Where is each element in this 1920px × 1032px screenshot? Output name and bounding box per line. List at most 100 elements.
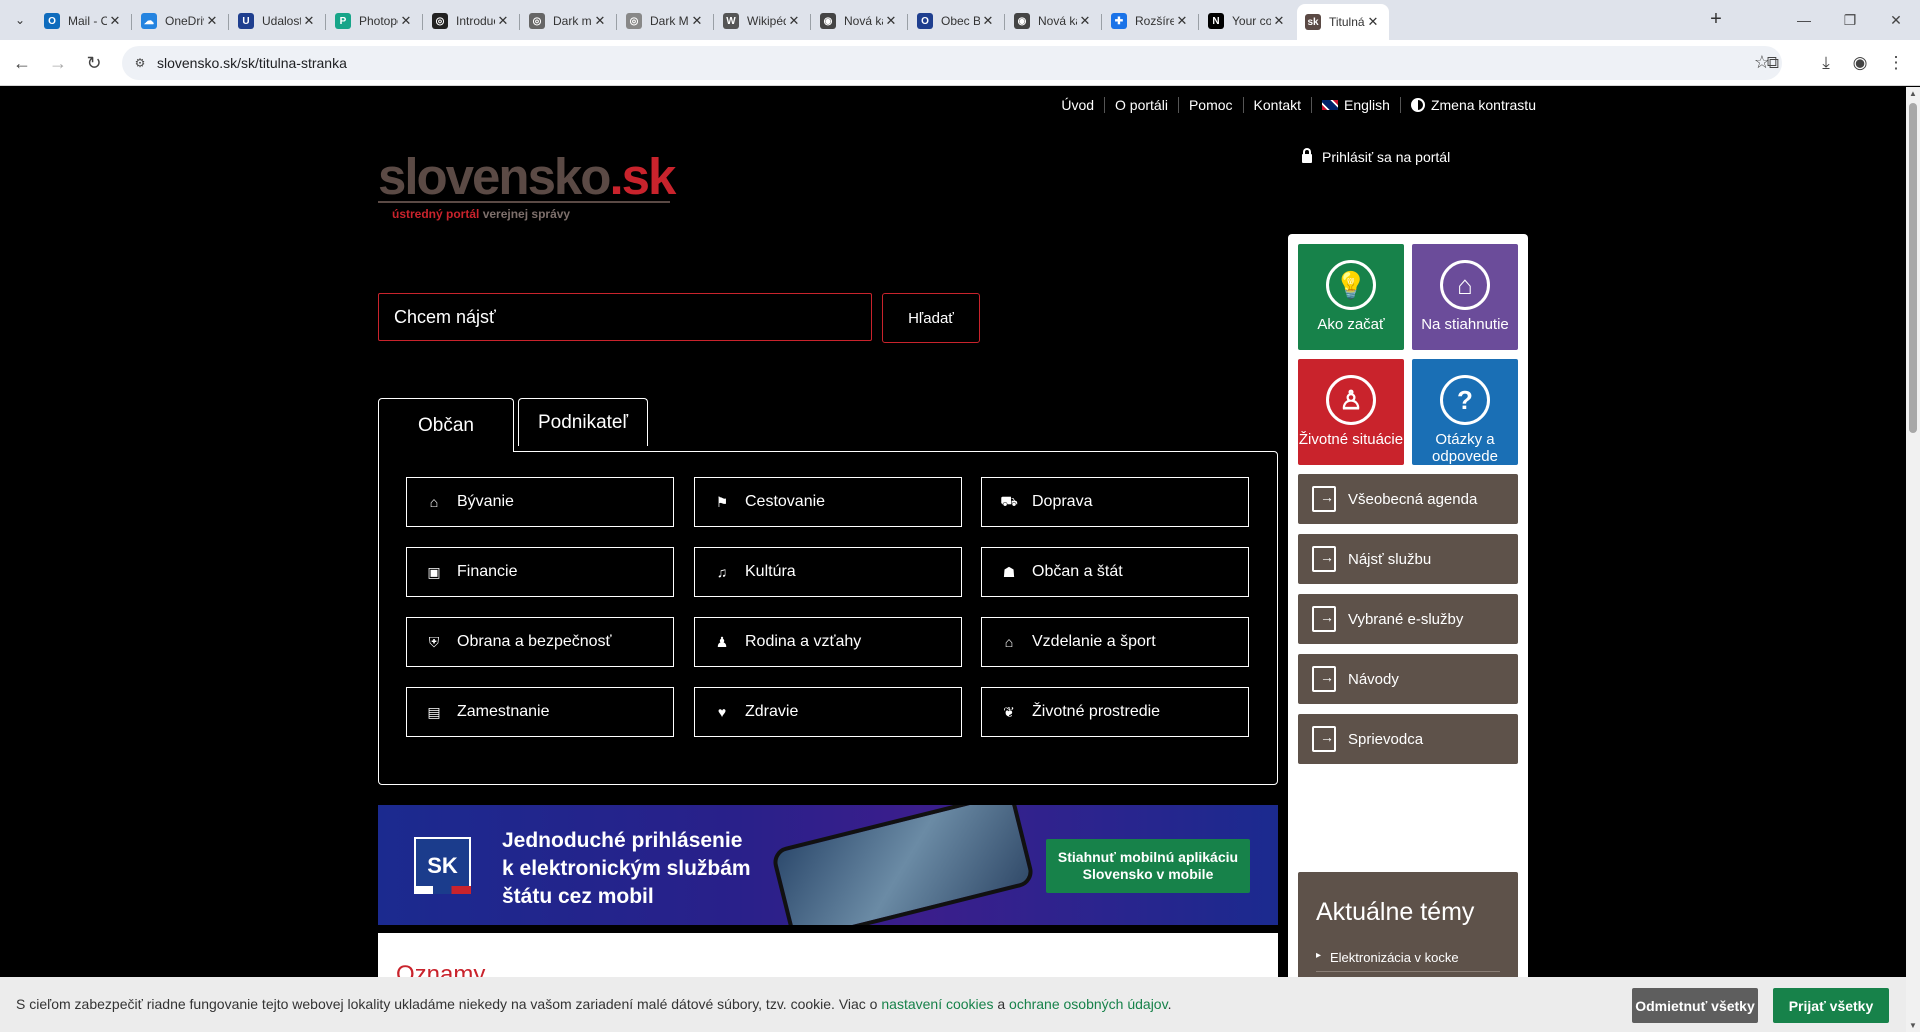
browser-tab[interactable]: O Obec Ba✕ — [909, 6, 1004, 36]
nav-uvod-link[interactable]: Úvod — [1051, 97, 1104, 113]
browser-tab[interactable]: ✚ Rozšíren✕ — [1103, 6, 1198, 36]
sidebar-link-label: Vybrané e-služby — [1348, 610, 1464, 628]
cookie-text-part-1: S cieľom zabezpečiť riadne fungovanie te… — [16, 996, 882, 1012]
sidebar-link-button[interactable]: Nájsť službu — [1298, 534, 1518, 584]
contrast-toggle-link[interactable]: Zmena kontrastu — [1399, 97, 1546, 113]
category-button[interactable]: ⌂ Bývanie — [406, 477, 674, 527]
close-window-button[interactable]: ✕ — [1872, 6, 1920, 34]
browser-tab[interactable]: ◉ Nová kar✕ — [812, 6, 907, 36]
mobile-app-banner[interactable]: SK Jednoduché prihlásenie k elektronický… — [378, 805, 1278, 925]
current-topic-link[interactable]: Elektronizácia v kocke — [1316, 950, 1500, 972]
address-bar[interactable]: ⚙ slovensko.sk/sk/titulna-stranka ☆ — [122, 46, 1782, 80]
tab-close-icon[interactable]: ✕ — [592, 13, 608, 29]
browser-tab[interactable]: N Your con✕ — [1200, 6, 1295, 36]
category-button[interactable]: ⛨ Obrana a bezpečnosť — [406, 617, 674, 667]
tab-title: Dark Mo — [650, 14, 689, 28]
reject-all-cookies-button[interactable]: Odmietnuť všetky — [1632, 988, 1758, 1023]
login-link[interactable]: Prihlásiť sa na portál — [1302, 148, 1450, 165]
accept-all-cookies-button[interactable]: Prijať všetky — [1773, 988, 1889, 1023]
privacy-link[interactable]: ochrane osobných údajov — [1009, 996, 1168, 1012]
category-button[interactable]: ▣ Financie — [406, 547, 674, 597]
browser-tab[interactable]: U Udalosti✕ — [230, 6, 325, 36]
category-button[interactable]: ♟ Rodina a vzťahy — [694, 617, 962, 667]
sidebar-link-button[interactable]: Všeobecná agenda — [1298, 474, 1518, 524]
tab-close-icon[interactable]: ✕ — [1174, 13, 1190, 29]
tab-close-icon[interactable]: ✕ — [1271, 13, 1287, 29]
tab-podnikatel[interactable]: Podnikateľ — [518, 398, 648, 446]
cookie-settings-link[interactable]: nastavení cookies — [881, 996, 993, 1012]
restore-button[interactable]: ❐ — [1826, 6, 1874, 34]
sidebar-link-button[interactable]: Návody — [1298, 654, 1518, 704]
sidebar-tile[interactable]: ♙ Životné situácie — [1298, 359, 1404, 465]
category-button[interactable]: ♥ Zdravie — [694, 687, 962, 737]
download-app-button[interactable]: Stiahnuť mobilnú aplikáciu Slovensko v m… — [1046, 839, 1250, 893]
document-arrow-icon — [1312, 666, 1336, 692]
tab-close-icon[interactable]: ✕ — [1077, 13, 1093, 29]
site-info-icon[interactable]: ⚙ — [132, 55, 148, 71]
tab-close-icon[interactable]: ✕ — [883, 13, 899, 29]
category-button[interactable]: ⚑ Cestovanie — [694, 477, 962, 527]
browser-tab[interactable]: P Photope✕ — [327, 6, 422, 36]
scrollbar-thumb[interactable] — [1909, 103, 1917, 433]
nav-pomoc-link[interactable]: Pomoc — [1177, 97, 1243, 113]
search-button[interactable]: Hľadať — [882, 293, 980, 343]
category-button[interactable]: ♫ Kultúra — [694, 547, 962, 597]
minimize-button[interactable]: — — [1780, 6, 1828, 34]
tab-close-icon[interactable]: ✕ — [1365, 14, 1381, 30]
sidebar-tile[interactable]: ⌂ Na stiahnutie — [1412, 244, 1518, 350]
browser-tab[interactable]: sk Titulná s✕ — [1297, 4, 1389, 40]
tab-close-icon[interactable]: ✕ — [204, 13, 220, 29]
nav-english-link[interactable]: English — [1311, 97, 1400, 113]
category-label: Zdravie — [745, 703, 799, 720]
sidebar-link-button[interactable]: Sprievodca — [1298, 714, 1518, 764]
url-text[interactable]: slovensko.sk/sk/titulna-stranka — [157, 55, 347, 71]
forward-button[interactable]: → — [44, 49, 72, 77]
browser-menu-icon[interactable]: ⋮ — [1884, 51, 1908, 75]
tab-close-icon[interactable]: ✕ — [980, 13, 996, 29]
tab-favicon-icon: ✚ — [1111, 13, 1127, 29]
browser-tab[interactable]: W Wikipédi✕ — [715, 6, 810, 36]
new-tab-button[interactable]: + — [1704, 8, 1728, 32]
tab-close-icon[interactable]: ✕ — [398, 13, 414, 29]
tab-title: Your con — [1232, 14, 1271, 28]
sidebar-link-button[interactable]: Vybrané e-služby — [1298, 594, 1518, 644]
browser-tab[interactable]: O Mail - Ol✕ — [36, 6, 131, 36]
search-input[interactable] — [378, 293, 872, 341]
category-button[interactable]: ▤ Zamestnanie — [406, 687, 674, 737]
tab-close-icon[interactable]: ✕ — [495, 13, 511, 29]
tab-title: OneDrive — [165, 14, 204, 28]
tab-close-icon[interactable]: ✕ — [786, 13, 802, 29]
tab-separator — [422, 14, 423, 30]
nav-kontakt-link[interactable]: Kontakt — [1242, 97, 1311, 113]
reload-button[interactable]: ↻ — [80, 49, 108, 77]
tab-close-icon[interactable]: ✕ — [107, 13, 123, 29]
sidebar-tile[interactable]: ? Otázky a odpovede — [1412, 359, 1518, 465]
briefcase-icon: ▤ — [427, 703, 441, 720]
extensions-icon[interactable]: ⧉ — [1761, 51, 1785, 75]
sidebar-tile[interactable]: 💡 Ako začať — [1298, 244, 1404, 350]
tab-title: Nová kar — [1038, 14, 1077, 28]
scroll-up-arrow-icon[interactable]: ▲ — [1909, 89, 1917, 98]
profile-icon[interactable]: ◉ — [1848, 51, 1872, 75]
category-button[interactable]: ⛟ Doprava — [981, 477, 1249, 527]
tab-search-menu-button[interactable]: ⌄ — [8, 8, 32, 32]
tab-obcan[interactable]: Občan — [378, 398, 514, 452]
browser-tab[interactable]: ◎ Dark mo✕ — [521, 6, 616, 36]
browser-tab[interactable]: ◎ Introduc✕ — [424, 6, 519, 36]
browser-tab[interactable]: ◎ Dark Mo✕ — [618, 6, 713, 36]
back-button[interactable]: ← — [8, 49, 36, 77]
browser-tab[interactable]: ☁ OneDrive✕ — [133, 6, 228, 36]
page-scrollbar[interactable]: ▲ ▼ — [1906, 87, 1920, 1032]
nav-o-portali-link[interactable]: O portáli — [1104, 97, 1178, 113]
category-button[interactable]: ☗ Občan a štát — [981, 547, 1249, 597]
scroll-down-arrow-icon[interactable]: ▼ — [1909, 1021, 1917, 1030]
tab-close-icon[interactable]: ✕ — [689, 13, 705, 29]
browser-tab[interactable]: ◉ Nová kar✕ — [1006, 6, 1101, 36]
document-arrow-icon — [1312, 486, 1336, 512]
tab-close-icon[interactable]: ✕ — [301, 13, 317, 29]
category-button[interactable]: ⌂ Vzdelanie a šport — [981, 617, 1249, 667]
signpost-icon: ⚑ — [715, 493, 729, 510]
category-button[interactable]: ❦ Životné prostredie — [981, 687, 1249, 737]
downloads-icon[interactable]: ⤓ — [1814, 51, 1838, 75]
site-logo[interactable]: slovensko.sk ústredný portál verejnej sp… — [378, 147, 678, 227]
